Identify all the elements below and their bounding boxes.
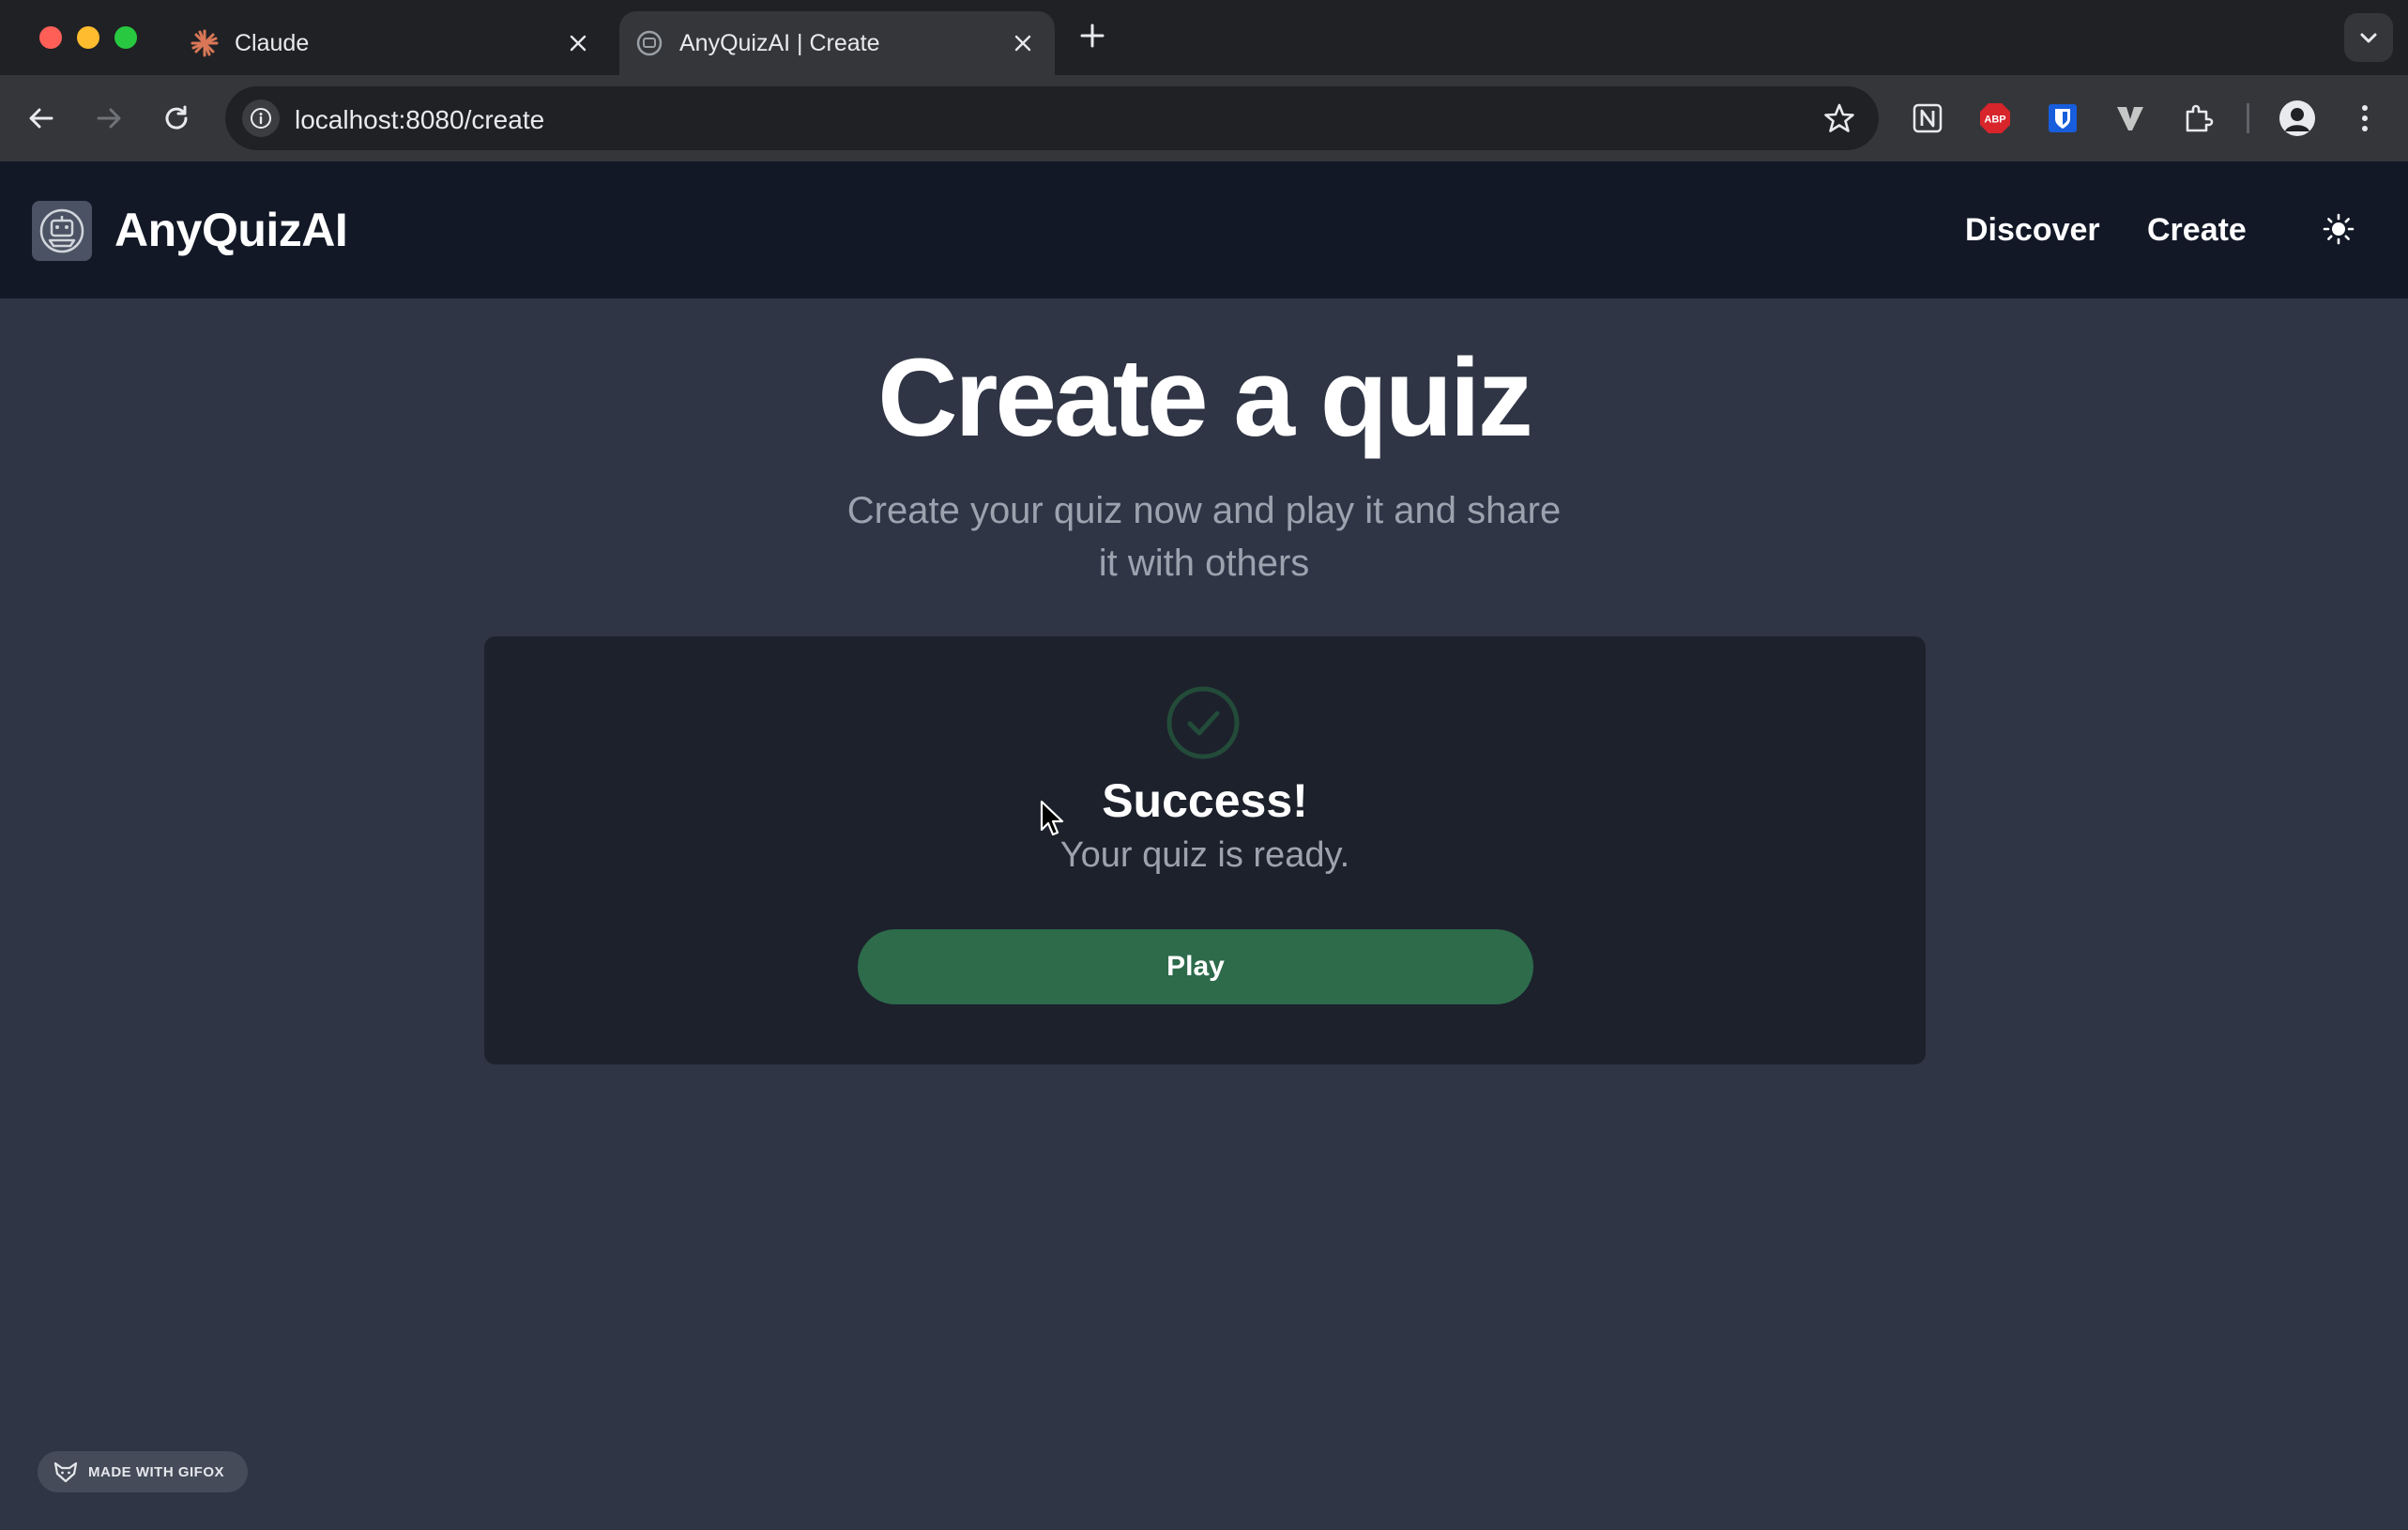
chevron-down-icon xyxy=(2360,33,2377,43)
close-icon[interactable] xyxy=(561,26,595,60)
page-subtitle: Create your quiz now and play it and sha… xyxy=(829,484,1579,589)
adblock-plus-icon[interactable]: ABP xyxy=(1974,98,2016,139)
reload-icon xyxy=(165,105,188,130)
tab-anyquizai-create[interactable]: AnyQuizAI | Create xyxy=(619,11,1055,75)
close-icon[interactable] xyxy=(1006,26,1040,60)
success-message: Your quiz is ready. xyxy=(1059,835,1350,875)
svg-text:ABP: ABP xyxy=(1984,115,2005,126)
mouse-cursor-icon xyxy=(1040,800,1064,836)
robot-logo-icon[interactable] xyxy=(32,201,92,261)
browser-toolbar: localhost:8080/create ABP xyxy=(0,75,2408,161)
anyquizai-favicon xyxy=(634,28,664,58)
window-zoom-button[interactable] xyxy=(114,26,137,49)
subtitle-line: it with others xyxy=(1098,543,1310,584)
url-text[interactable]: localhost:8080/create xyxy=(295,105,544,135)
sun-icon xyxy=(2323,213,2355,245)
tab-search-button[interactable] xyxy=(2344,13,2393,62)
toolbar-divider xyxy=(2247,103,2249,133)
nav-create-link[interactable]: Create xyxy=(2147,212,2247,249)
tab-title: Claude xyxy=(235,29,310,56)
browser-menu-button[interactable] xyxy=(2344,98,2385,139)
new-tab-button[interactable] xyxy=(1074,19,1111,56)
success-title: Success! xyxy=(1102,774,1308,827)
reload-button[interactable] xyxy=(154,96,199,141)
tab-title: AnyQuizAI | Create xyxy=(679,29,880,56)
profile-avatar[interactable] xyxy=(2277,98,2318,139)
more-vertical-icon xyxy=(2362,105,2368,131)
nav-discover-link[interactable]: Discover xyxy=(1965,212,2100,249)
subtitle-line: Create your quiz now and play it and sha… xyxy=(846,490,1562,531)
notion-icon[interactable] xyxy=(1907,98,1948,139)
success-card: Success! Your quiz is ready. Play xyxy=(484,636,1926,1064)
vimium-icon[interactable] xyxy=(2110,98,2151,139)
back-button[interactable] xyxy=(19,96,64,141)
play-button[interactable]: Play xyxy=(858,929,1533,1004)
watermark-label: MADE WITH GIFOX xyxy=(88,1463,224,1480)
window-minimize-button[interactable] xyxy=(77,26,99,49)
check-circle-icon xyxy=(1166,686,1240,759)
brand-name[interactable]: AnyQuizAI xyxy=(114,203,348,257)
window-close-button[interactable] xyxy=(39,26,62,49)
arrow-left-icon xyxy=(29,108,53,129)
page-title: Create a quiz xyxy=(877,336,1532,460)
site-info-icon[interactable] xyxy=(242,99,280,137)
claude-asterisk-icon xyxy=(190,28,220,58)
theme-toggle-button[interactable] xyxy=(2318,208,2359,250)
browser-tab-bar: Claude AnyQuizAI | Create xyxy=(0,0,2408,75)
extensions-puzzle-icon[interactable] xyxy=(2177,98,2218,139)
bookmark-star-icon[interactable] xyxy=(1822,101,1856,135)
app-header: AnyQuizAI Discover Create xyxy=(0,161,2408,298)
bitwarden-icon[interactable] xyxy=(2042,98,2083,139)
gifox-watermark: MADE WITH GIFOX xyxy=(38,1451,248,1492)
forward-button[interactable] xyxy=(86,96,131,141)
arrow-right-icon xyxy=(97,108,121,129)
address-bar[interactable]: localhost:8080/create xyxy=(225,86,1879,150)
fox-icon xyxy=(53,1461,78,1483)
tab-claude[interactable]: Claude xyxy=(178,11,610,75)
